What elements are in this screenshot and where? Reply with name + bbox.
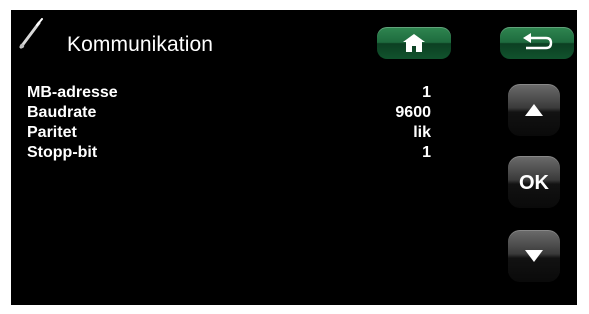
- setting-row-stopp-bit[interactable]: Stopp-bit 1: [27, 143, 431, 163]
- arrow-down-icon: [525, 250, 543, 262]
- arrow-up-icon: [525, 104, 543, 116]
- setting-label: MB-adresse: [27, 84, 118, 101]
- setting-row-baudrate[interactable]: Baudrate 9600: [27, 103, 431, 123]
- setting-value: 1: [422, 84, 431, 101]
- back-arrow-icon: [523, 33, 553, 50]
- wrench-icon: [17, 18, 45, 50]
- ok-button[interactable]: OK: [508, 156, 560, 208]
- setting-label: Paritet: [27, 124, 77, 141]
- screen: Kommunikation MB-adresse 1 Baudrate 9600…: [11, 10, 577, 305]
- setting-label: Stopp-bit: [27, 144, 98, 161]
- back-button[interactable]: [500, 27, 574, 59]
- home-button[interactable]: [377, 27, 451, 59]
- page-title: Kommunikation: [67, 33, 214, 56]
- settings-list: MB-adresse 1 Baudrate 9600 Paritet lik S…: [27, 83, 431, 163]
- setting-row-mb-adresse[interactable]: MB-adresse 1: [27, 83, 431, 103]
- setting-value: lik: [413, 124, 431, 141]
- setting-row-paritet[interactable]: Paritet lik: [27, 123, 431, 143]
- setting-value: 1: [422, 144, 431, 161]
- home-icon: [403, 34, 425, 52]
- setting-value: 9600: [395, 104, 431, 121]
- setting-label: Baudrate: [27, 104, 97, 121]
- ok-label: OK: [519, 172, 549, 194]
- scroll-down-button[interactable]: [508, 230, 560, 282]
- scroll-up-button[interactable]: [508, 84, 560, 136]
